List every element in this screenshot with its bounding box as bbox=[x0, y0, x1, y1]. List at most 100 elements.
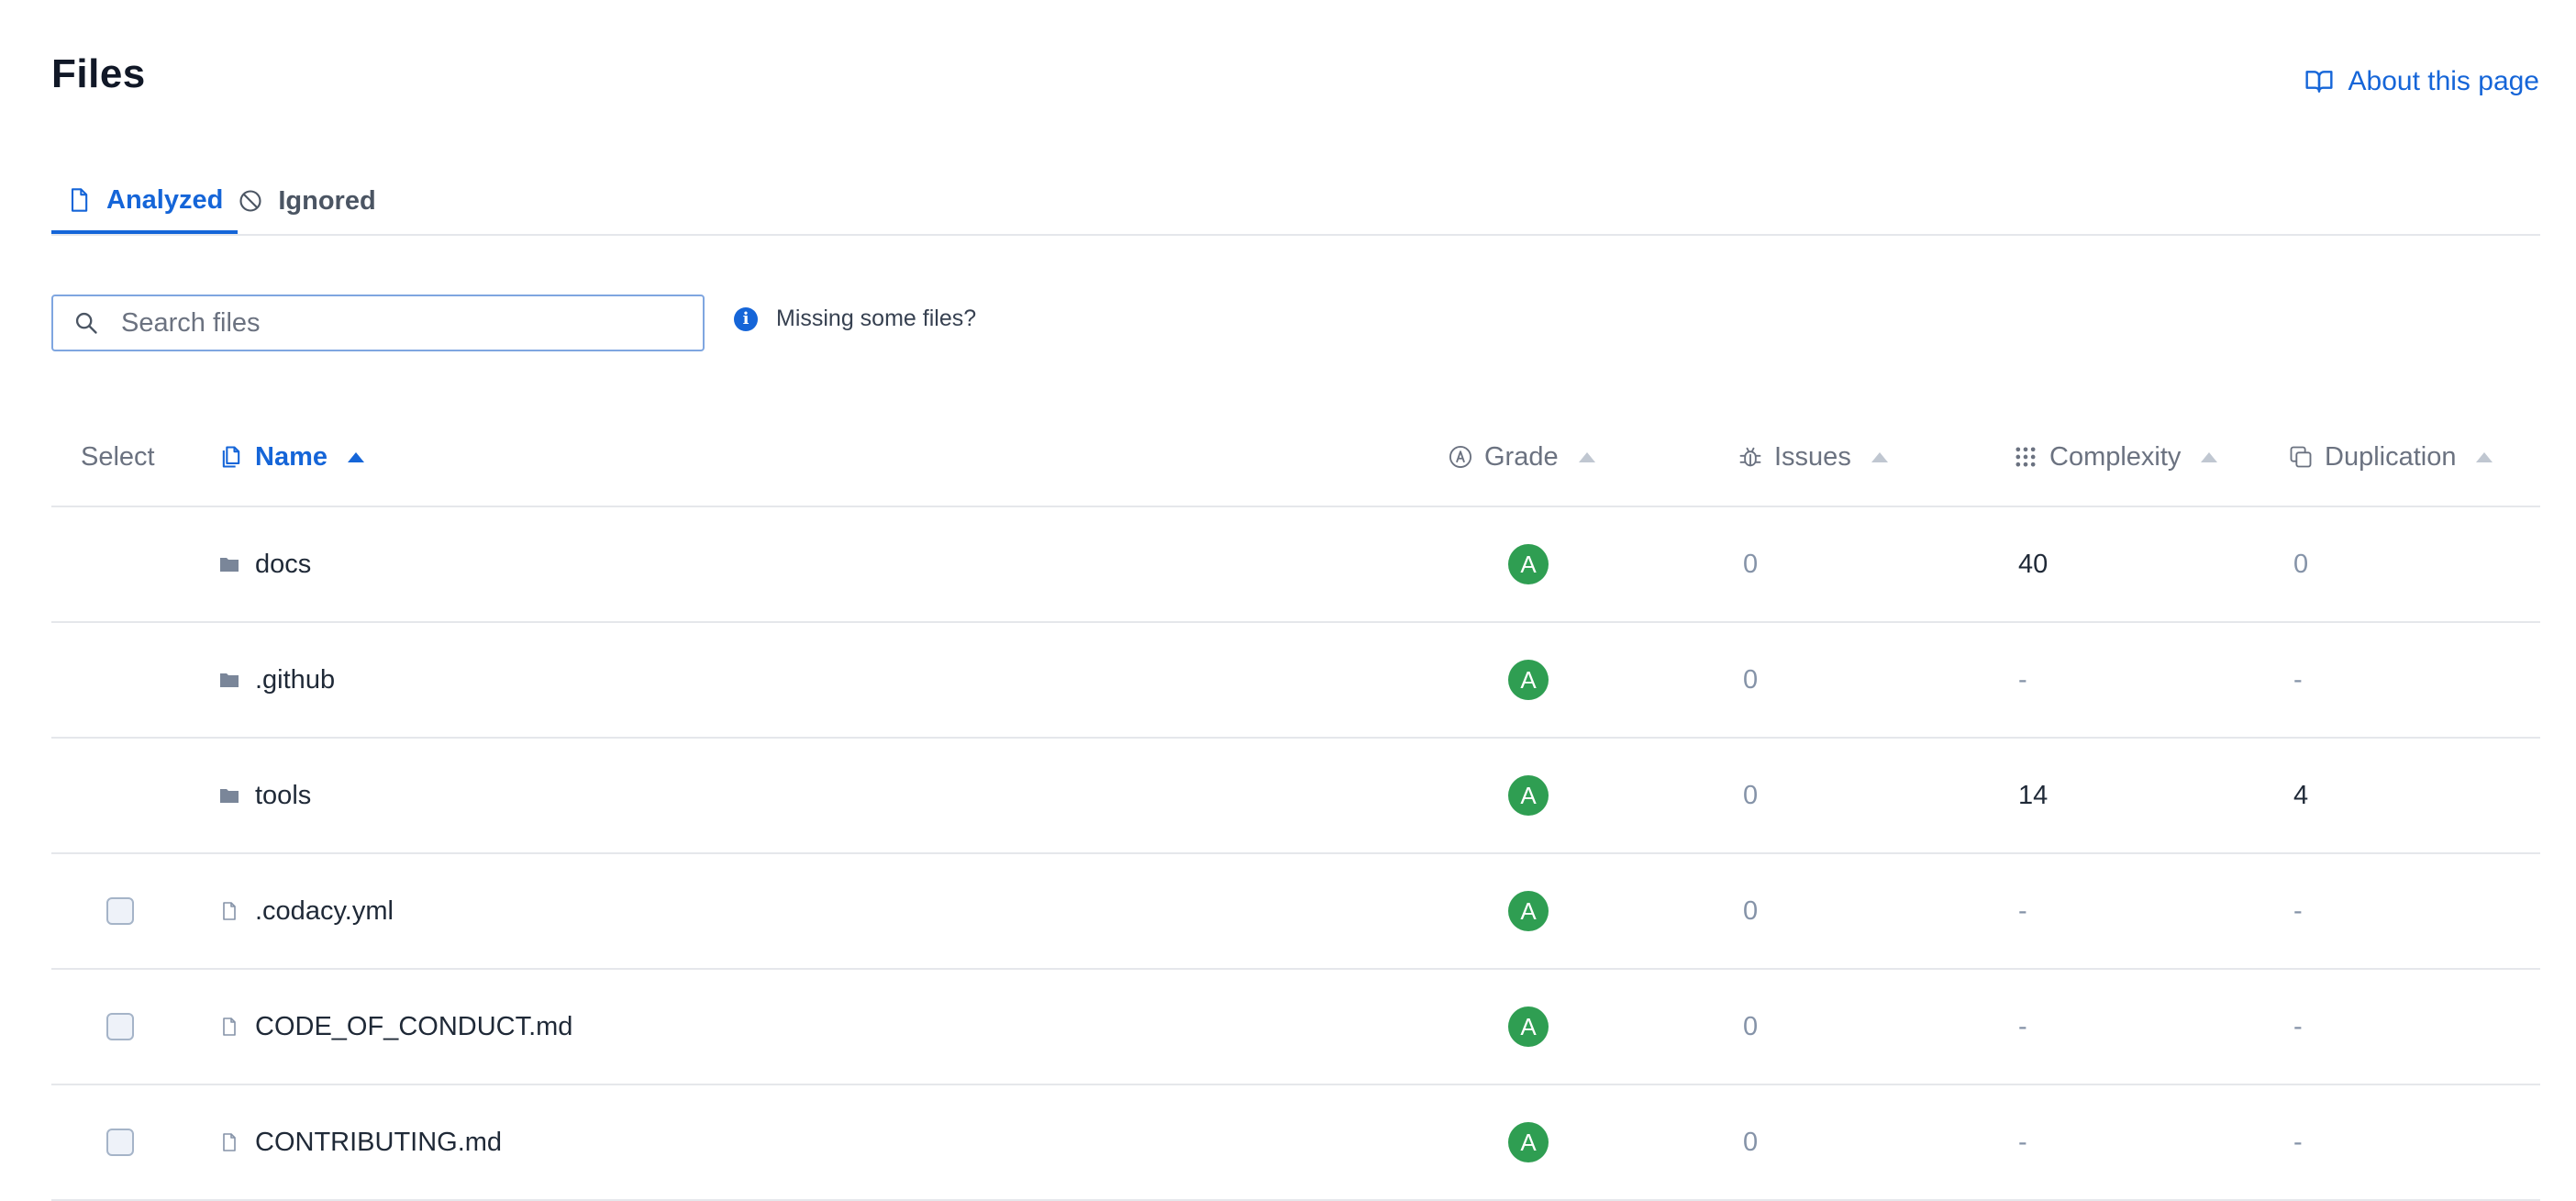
search-box bbox=[51, 295, 705, 351]
table-row: CONTRIBUTING.md A 0 - - bbox=[51, 1085, 2540, 1201]
grade-cell: A bbox=[1508, 507, 1549, 621]
file-icon bbox=[223, 1018, 236, 1036]
duplication-value: - bbox=[2293, 664, 2303, 695]
issues-count[interactable]: 0 bbox=[1743, 1085, 1758, 1199]
issues-count[interactable]: 0 bbox=[1743, 854, 1758, 968]
row-checkbox[interactable] bbox=[106, 897, 134, 925]
duplication-value: - bbox=[2293, 1011, 2303, 1041]
table-row: .codacy.yml A 0 - - bbox=[51, 854, 2540, 970]
grid-dots-icon bbox=[2015, 447, 2036, 467]
copy-icon bbox=[2290, 446, 2312, 468]
issues-count[interactable]: 0 bbox=[1743, 739, 1758, 852]
grade-cell: A bbox=[1508, 854, 1549, 968]
grade-cell: A bbox=[1508, 739, 1549, 852]
column-header-name[interactable]: Name bbox=[218, 408, 364, 506]
complexity-value: 14 bbox=[2018, 780, 2049, 810]
tab-analyzed[interactable]: Analyzed bbox=[51, 170, 239, 234]
issues-count[interactable]: 0 bbox=[1743, 507, 1758, 621]
row-checkbox[interactable] bbox=[106, 1129, 134, 1156]
missing-files-label: Missing some files? bbox=[776, 306, 977, 331]
search-icon bbox=[75, 312, 97, 334]
column-header-grade[interactable]: Grade bbox=[1448, 408, 1595, 506]
table-row: .github A 0 - - bbox=[51, 623, 2540, 739]
duplication-value: - bbox=[2293, 1127, 2303, 1157]
column-header-issues[interactable]: Issues bbox=[1738, 408, 1888, 506]
column-header-select: Select bbox=[81, 408, 155, 506]
grade-badge: A bbox=[1508, 544, 1549, 584]
grade-cell: A bbox=[1508, 970, 1549, 1084]
file-name: CODE_OF_CONDUCT.md bbox=[255, 1011, 573, 1041]
file-name-link[interactable]: CODE_OF_CONDUCT.md bbox=[218, 970, 572, 1084]
files-icon bbox=[222, 446, 240, 468]
sort-ascending-icon bbox=[348, 451, 364, 462]
files-page: Files About this page Analyzed Ignored i bbox=[0, 0, 2576, 1201]
grade-cell: A bbox=[1508, 1085, 1549, 1199]
issues-count[interactable]: 0 bbox=[1743, 970, 1758, 1084]
book-open-icon bbox=[2304, 71, 2333, 93]
column-header-complexity[interactable]: Complexity bbox=[2013, 408, 2218, 506]
about-this-page-label: About this page bbox=[2348, 66, 2540, 96]
file-icon bbox=[223, 902, 236, 920]
about-this-page-link[interactable]: About this page bbox=[2304, 66, 2540, 97]
bug-icon bbox=[1739, 447, 1761, 467]
file-name: .github bbox=[255, 664, 336, 695]
table-header: Select Name Grade Issues Complexity Dupl… bbox=[51, 408, 2540, 507]
file-icon bbox=[223, 1133, 236, 1151]
file-name: .codacy.yml bbox=[255, 895, 394, 926]
folder-name-link[interactable]: tools bbox=[218, 739, 311, 852]
grade-badge: A bbox=[1508, 1122, 1549, 1162]
file-name-link[interactable]: CONTRIBUTING.md bbox=[218, 1085, 502, 1199]
column-header-complexity-label: Complexity bbox=[2049, 441, 2182, 472]
complexity-value: 40 bbox=[2018, 549, 2049, 579]
complexity-value: - bbox=[2018, 1011, 2027, 1041]
folder-icon bbox=[220, 673, 239, 687]
grade-icon bbox=[1449, 445, 1472, 469]
folder-icon bbox=[220, 789, 239, 803]
complexity-value: - bbox=[2018, 895, 2027, 926]
file-name: docs bbox=[255, 549, 312, 579]
table-row: tools A 0 14 4 bbox=[51, 739, 2540, 854]
select-cell bbox=[106, 854, 134, 968]
table-body: docs A 0 40 0 .github A 0 - - tools A 0 14 4 .codacy.ym… bbox=[51, 507, 2540, 1201]
sort-icon bbox=[1578, 451, 1595, 462]
tab-analyzed-label: Analyzed bbox=[106, 184, 224, 215]
column-header-duplication[interactable]: Duplication bbox=[2288, 408, 2493, 506]
grade-badge: A bbox=[1508, 775, 1549, 816]
select-cell bbox=[106, 970, 134, 1084]
table-row: CODE_OF_CONDUCT.md A 0 - - bbox=[51, 970, 2540, 1085]
folder-name-link[interactable]: .github bbox=[218, 623, 335, 737]
file-name-link[interactable]: .codacy.yml bbox=[218, 854, 394, 968]
page-title: Files bbox=[51, 51, 146, 96]
tab-ignored-label: Ignored bbox=[278, 185, 376, 216]
duplication-value: 4 bbox=[2293, 780, 2309, 810]
column-header-issues-label: Issues bbox=[1774, 441, 1851, 472]
complexity-value: - bbox=[2018, 1127, 2027, 1157]
tab-bar: Analyzed Ignored bbox=[51, 170, 2540, 236]
row-checkbox[interactable] bbox=[106, 1013, 134, 1040]
table-row: docs A 0 40 0 bbox=[51, 507, 2540, 623]
select-cell bbox=[106, 1085, 134, 1199]
complexity-value: - bbox=[2018, 664, 2027, 695]
file-name: tools bbox=[255, 780, 312, 810]
column-header-duplication-label: Duplication bbox=[2325, 441, 2457, 472]
folder-icon bbox=[220, 558, 239, 572]
grade-badge: A bbox=[1508, 1006, 1549, 1047]
sort-icon bbox=[1871, 451, 1888, 462]
tab-ignored[interactable]: Ignored bbox=[238, 170, 390, 232]
folder-name-link[interactable]: docs bbox=[218, 507, 311, 621]
column-header-select-label: Select bbox=[81, 441, 155, 472]
files-table: Select Name Grade Issues Complexity Dupl… bbox=[51, 408, 2540, 1201]
grade-badge: A bbox=[1508, 660, 1549, 700]
search-input[interactable] bbox=[119, 306, 673, 339]
sort-icon bbox=[2201, 451, 2218, 462]
ban-icon bbox=[239, 190, 261, 212]
missing-files-link[interactable]: i Missing some files? bbox=[734, 306, 976, 332]
file-name: CONTRIBUTING.md bbox=[255, 1127, 503, 1157]
column-header-name-label: Name bbox=[255, 441, 328, 472]
issues-count[interactable]: 0 bbox=[1743, 623, 1758, 737]
column-header-grade-label: Grade bbox=[1484, 441, 1559, 472]
grade-badge: A bbox=[1508, 891, 1549, 931]
grade-cell: A bbox=[1508, 623, 1549, 737]
info-icon: i bbox=[734, 306, 758, 331]
file-icon bbox=[71, 188, 88, 212]
